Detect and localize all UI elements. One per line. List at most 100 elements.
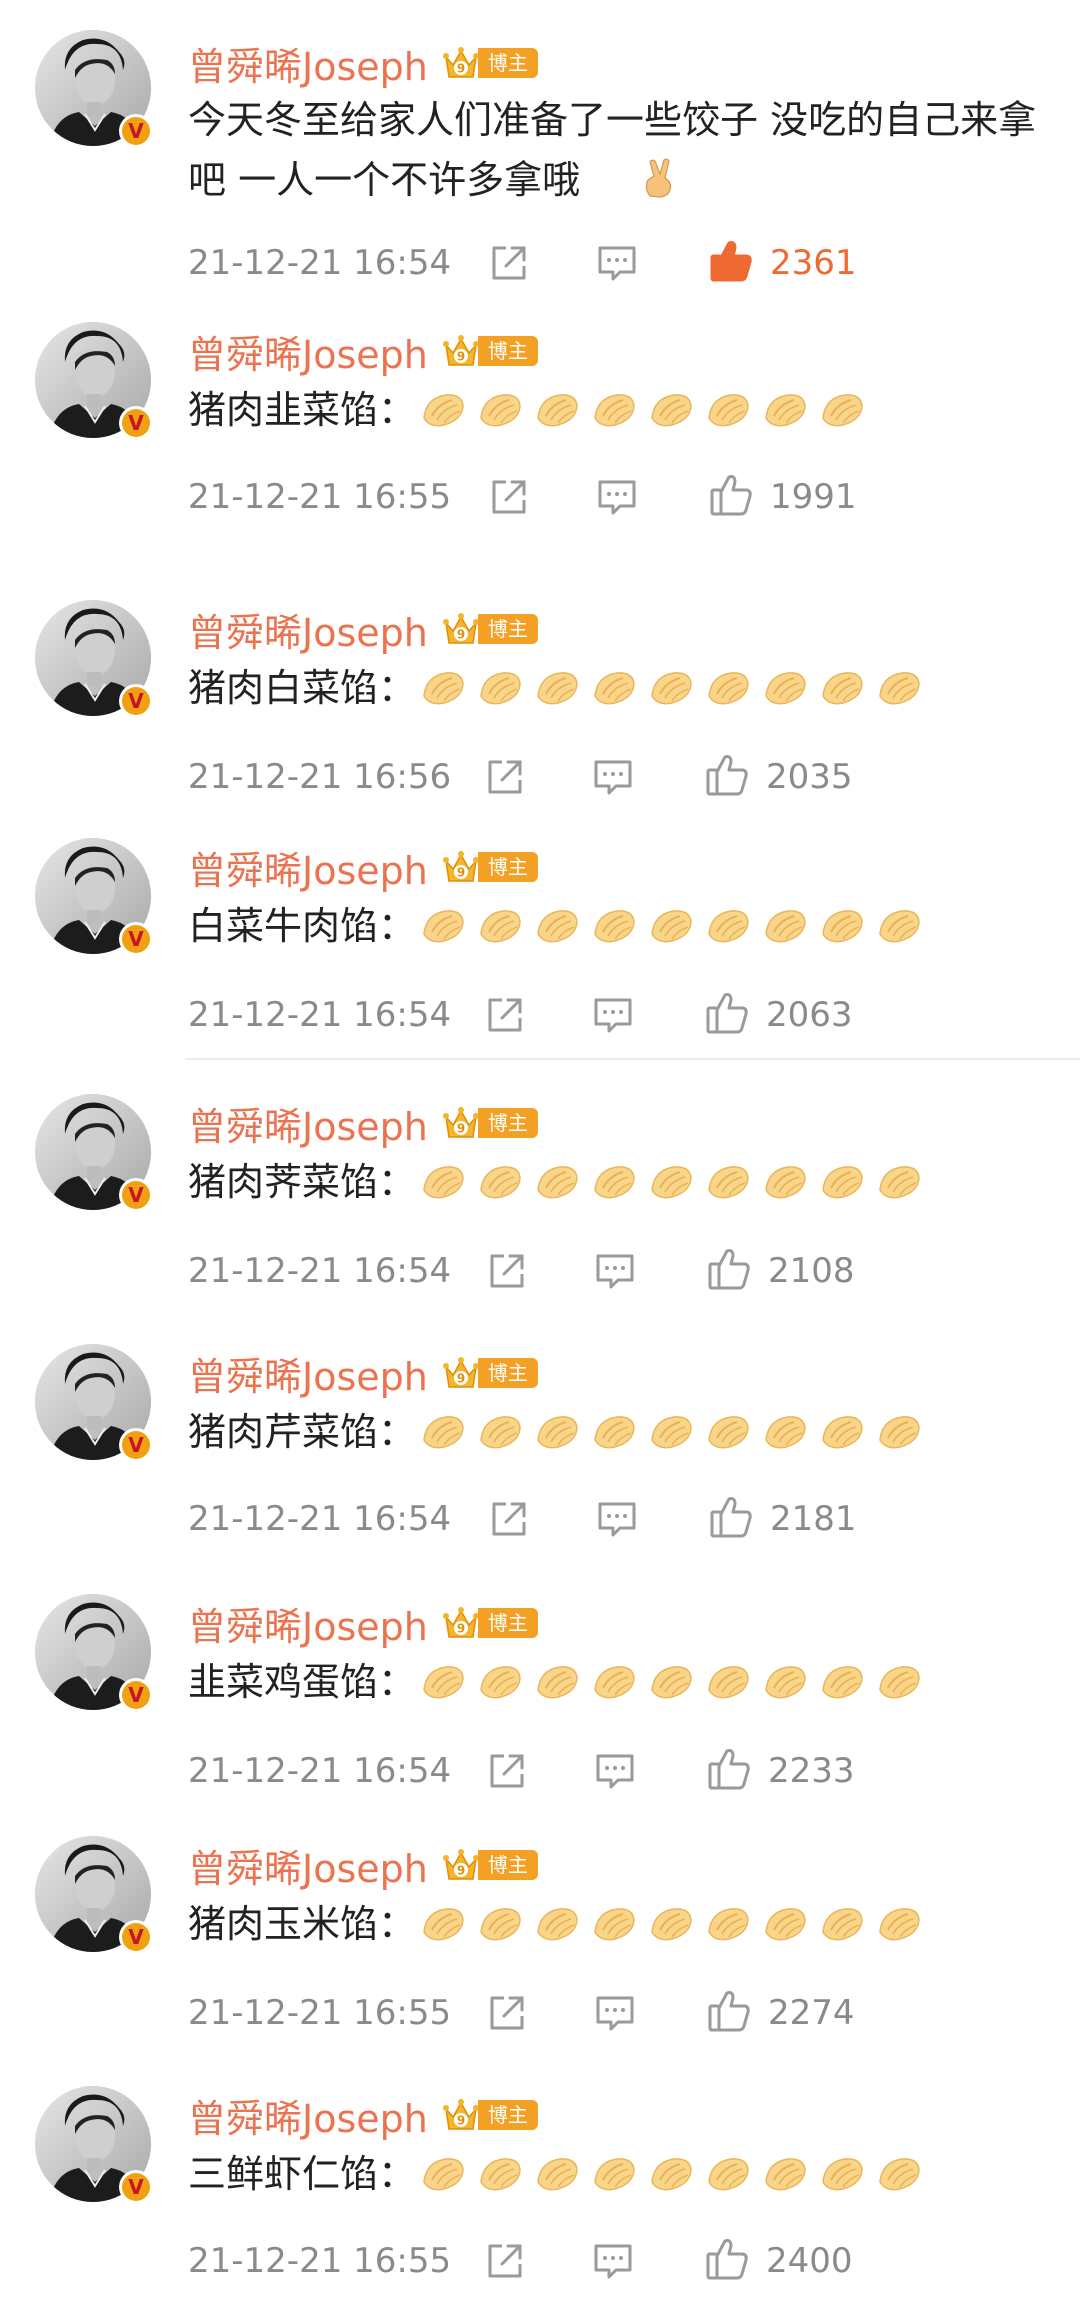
comment-icon[interactable] [592,994,634,1036]
avatar[interactable]: V [35,1836,153,1954]
comment-icon[interactable] [594,1250,636,1292]
dumpling-icon [879,1666,920,1699]
comment-icon[interactable] [596,242,638,284]
dumpling-icon [480,1166,521,1199]
role-badge: 博主 [477,852,538,882]
share-icon[interactable] [486,1750,528,1792]
thumbs-up-icon[interactable] [706,1246,752,1292]
share-icon[interactable] [484,756,526,798]
share-icon[interactable] [488,242,530,284]
timestamp: 21-12-21 16:54 [188,995,452,1035]
crown-level-icon: 9 [442,613,479,644]
comment-meta: 21-12-21 16:54 2361 [188,238,1048,288]
role-badge: 博主 [477,614,538,644]
thumbs-up-icon[interactable] [704,990,750,1036]
crown-level-icon: 9 [442,335,479,366]
verified-badge-icon: V [119,1920,153,1954]
avatar[interactable]: V [35,838,153,956]
comment-icon[interactable] [592,756,634,798]
dumpling-icon [822,2158,863,2191]
comment-icon[interactable] [596,476,638,518]
share-icon[interactable] [484,2240,526,2282]
dumpling-icon [879,2158,920,2191]
avatar[interactable]: V [35,30,153,148]
dumpling-emoji-group [420,1162,933,1202]
dumpling-icon [480,1908,521,1941]
comment-text: 今天冬至给家人们准备了一些饺子 没吃的自己来拿吧 一人一个不许多拿哦 [188,98,1037,202]
verified-mark: V [122,1923,150,1951]
username[interactable]: 曾舜晞Joseph [188,1096,428,1151]
author-row: 曾舜晞Joseph 9 博主 [188,1596,538,1651]
username[interactable]: 曾舜晞Joseph [188,1838,428,1893]
dumpling-icon [822,1908,863,1941]
thumbs-up-icon[interactable] [704,2236,750,2282]
share-icon[interactable] [486,1250,528,1292]
avatar[interactable]: V [35,600,153,718]
avatar[interactable]: V [35,1094,153,1212]
dumpling-icon [651,2158,692,2191]
role-badge: 博主 [477,336,538,366]
verified-badge-icon: V [119,684,153,718]
author-row: 曾舜晞Joseph 9 博主 [188,2088,538,2143]
share-icon[interactable] [486,1992,528,2034]
comment-icon[interactable] [594,1750,636,1792]
comment-icon[interactable] [596,1498,638,1540]
avatar[interactable]: V [35,322,153,440]
verified-mark: V [122,1181,150,1209]
role-badge: 博主 [477,48,538,78]
role-badge: 博主 [477,1850,538,1880]
comment-text: 猪肉玉米馅： [188,1902,417,1946]
thumbs-up-icon[interactable] [706,1988,752,2034]
thumbs-up-icon[interactable] [708,1494,754,1540]
comment-meta: 21-12-21 16:54 2063 [188,990,1048,1040]
timestamp: 21-12-21 16:55 [188,1993,452,2033]
share-icon[interactable] [484,994,526,1036]
share-icon[interactable] [488,1498,530,1540]
dumpling-emoji-group [420,668,933,708]
author-row: 曾舜晞Joseph 9 博主 [188,840,538,895]
verified-mark: V [122,1431,150,1459]
avatar[interactable]: V [35,1344,153,1462]
dumpling-icon [537,672,578,705]
dumpling-icon [423,1908,464,1941]
dumpling-icon [480,910,521,943]
thumbs-up-icon[interactable] [708,238,754,284]
username[interactable]: 曾舜晞Joseph [188,2088,428,2143]
avatar[interactable]: V [35,1594,153,1712]
username[interactable]: 曾舜晞Joseph [188,36,428,91]
thumbs-up-icon[interactable] [706,1746,752,1792]
comment-icon[interactable] [592,2240,634,2282]
comment-body: 三鲜虾仁馅： [188,2144,933,2204]
thumbs-up-icon[interactable] [708,472,754,518]
comment-text: 三鲜虾仁馅： [188,2152,417,2196]
dumpling-icon [822,1666,863,1699]
verified-badge-icon: V [119,922,153,956]
verified-mark: V [122,409,150,437]
author-row: 曾舜晞Joseph 9 博主 [188,324,538,379]
comment-meta: 21-12-21 16:55 1991 [188,472,1048,522]
svg-text:9: 9 [457,62,465,76]
dumpling-icon [765,1666,806,1699]
comment-icon[interactable] [594,1992,636,2034]
share-icon[interactable] [488,476,530,518]
like-count: 2361 [770,243,857,283]
cropped-content-strip [190,555,550,569]
like-count: 2063 [766,995,853,1035]
username[interactable]: 曾舜晞Joseph [188,602,428,657]
username[interactable]: 曾舜晞Joseph [188,1596,428,1651]
username[interactable]: 曾舜晞Joseph [188,840,428,895]
comment-feed: V 曾舜晞Joseph 9 博主 今天冬至给家人们准备了一些饺子 没吃的自己来拿吧 一人… [0,0,1080,2300]
avatar[interactable]: V [35,2086,153,2204]
dumpling-icon [537,2158,578,2191]
dumpling-icon [651,1908,692,1941]
timestamp: 21-12-21 16:54 [188,1251,452,1291]
dumpling-icon [537,1416,578,1449]
thumbs-up-icon[interactable] [704,752,750,798]
timestamp: 21-12-21 16:54 [188,243,452,283]
username[interactable]: 曾舜晞Joseph [188,324,428,379]
timestamp: 21-12-21 16:55 [188,477,452,517]
dumpling-icon [708,910,749,943]
author-row: 曾舜晞Joseph 9 博主 [188,1096,538,1151]
username[interactable]: 曾舜晞Joseph [188,1346,428,1401]
svg-text:9: 9 [457,1122,465,1136]
